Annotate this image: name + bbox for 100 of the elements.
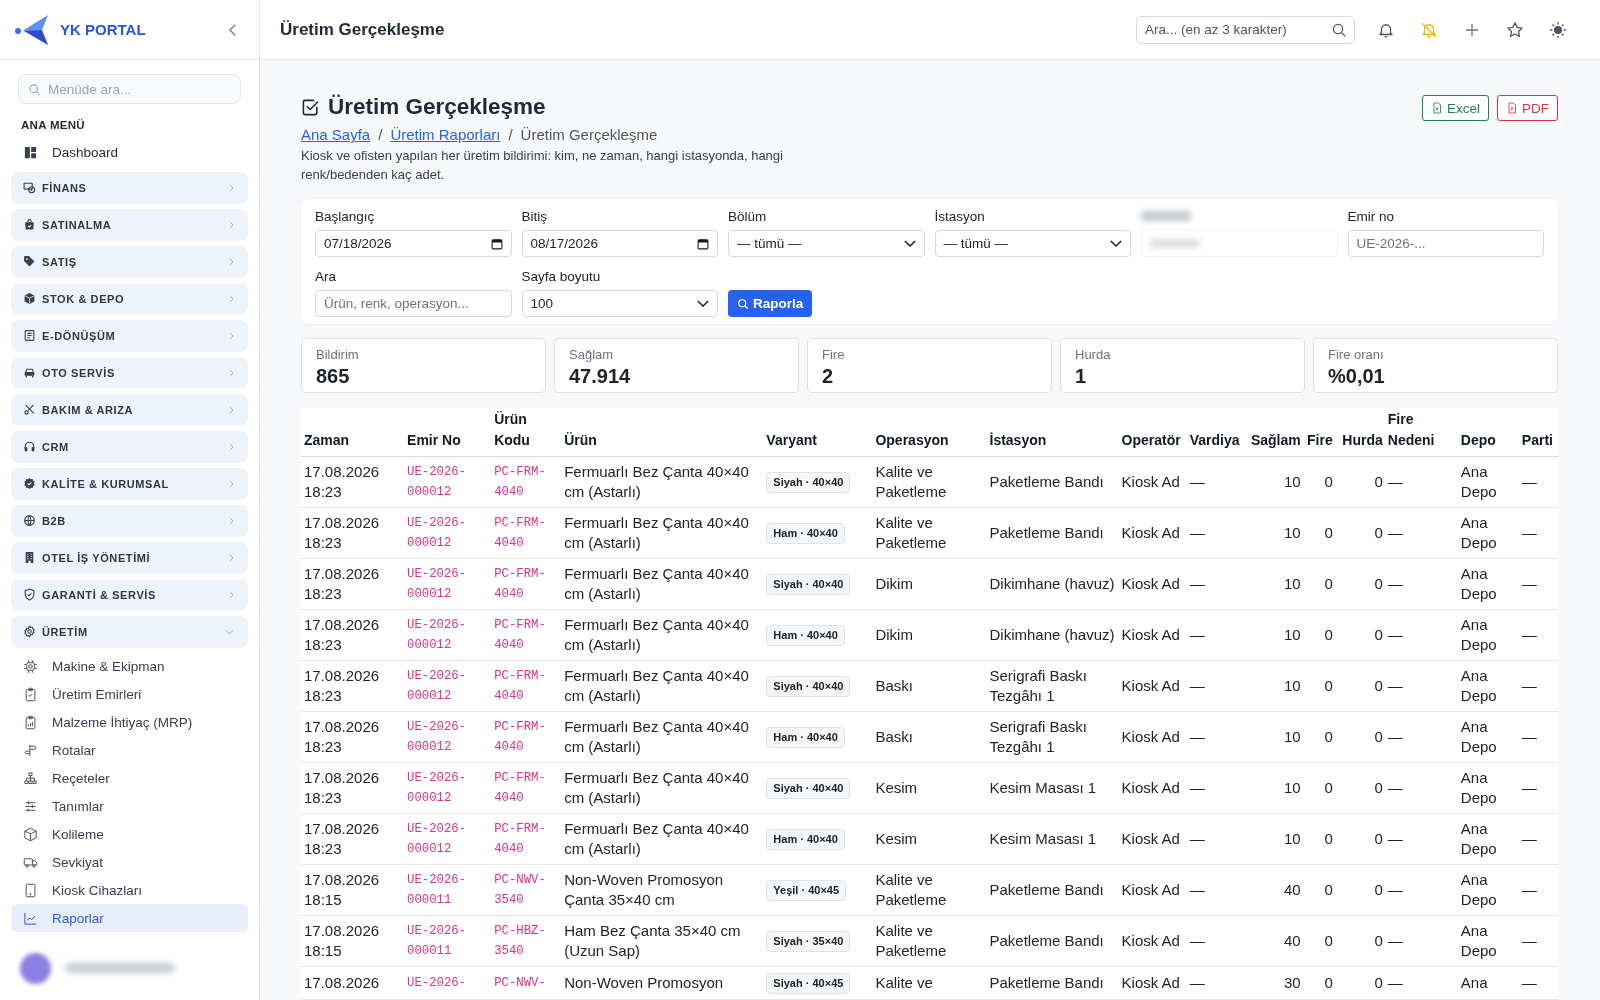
table-cell: 0 <box>1302 660 1335 712</box>
menu-group[interactable]: B2B <box>11 505 248 536</box>
column-header: Vardiya <box>1186 408 1246 457</box>
menu-search-field[interactable]: Menüde ara... <box>18 74 241 104</box>
table-cell: Fermuarlı Bez Çanta 40×40 cm (Astarlı) <box>561 762 764 814</box>
menu-group[interactable]: ÜRETİM <box>11 616 248 647</box>
search-field[interactable]: Ara... (en az 3 karakter) <box>1136 15 1355 44</box>
table-cell: 17.08.2026 18:23 <box>301 813 405 865</box>
table-cell: UE-2026-000012 <box>404 456 492 508</box>
select-field[interactable]: — tümü — <box>934 230 1131 257</box>
star-icon[interactable] <box>1506 20 1524 39</box>
table-cell: — <box>1186 711 1246 763</box>
chevron-left-icon[interactable] <box>228 22 237 37</box>
variant-tag: Siyah · 40×40 <box>766 472 851 493</box>
table-cell: Kiosk Ad <box>1118 609 1187 661</box>
menu-group[interactable]: OTEL İŞ YÖNETİMİ <box>11 542 248 573</box>
signpost-icon <box>23 742 38 758</box>
menu-group[interactable]: E-DÖNÜŞÜM <box>11 320 248 351</box>
page-description: Kiosk ve ofisten yapılan her üretim bildirimi: kim, ne zaman, hangi istasyonda, hangi renk/bedenden kaç adet. <box>301 147 784 184</box>
table-cell: — <box>1518 966 1558 1000</box>
submenu-item[interactable]: Malzeme İhtiyaç (MRP) <box>11 708 248 736</box>
table-cell: — <box>1186 864 1246 916</box>
variant-tag: Yeşil · 40×45 <box>766 880 847 901</box>
text-field[interactable]: Ürün, renk, operasyon... <box>315 290 512 317</box>
avatar[interactable] <box>20 952 51 984</box>
menu-group[interactable]: STOK & DEPO <box>11 283 248 314</box>
badge-check-icon <box>23 477 36 490</box>
pdf-button[interactable]: PDF <box>1497 95 1558 121</box>
variant-tag: Ham · 40×40 <box>766 829 845 850</box>
submenu-item[interactable]: Kolileme <box>11 820 248 848</box>
table-cell: Kiosk Ad <box>1118 456 1187 508</box>
text-field[interactable]: UE-2026-... <box>1347 230 1544 257</box>
table-cell: Baskı <box>872 711 987 763</box>
table-cell: — <box>1384 864 1458 916</box>
table-cell: 17.08.2026 18:23 <box>301 660 405 712</box>
stat-value: 865 <box>316 365 351 388</box>
submenu-item[interactable]: Reçeteler <box>11 764 248 792</box>
table-cell: Fermuarlı Bez Çanta 40×40 cm (Astarlı) <box>561 609 764 661</box>
table-cell: Fermuarlı Bez Çanta 40×40 cm (Astarlı) <box>561 711 764 763</box>
menu-group[interactable]: CRM <box>11 431 248 462</box>
table-cell: 0 <box>1302 966 1335 1000</box>
table-cell: — <box>1518 813 1558 865</box>
submenu-item[interactable]: Tanımlar <box>11 792 248 820</box>
table-cell: Ana Depo <box>1457 915 1519 967</box>
table-cell: PC-FRM-4040 <box>491 660 562 712</box>
table-cell: UE-2026-000012 <box>404 507 492 559</box>
sun-icon[interactable] <box>1549 20 1567 39</box>
table-cell: UE-2026-000012 <box>404 762 492 814</box>
submenu-item[interactable]: Üretim Emirleri <box>11 680 248 708</box>
excel-button[interactable]: Excel <box>1422 95 1489 121</box>
menu-group[interactable]: OTO SERVİS <box>11 357 248 388</box>
submenu-item[interactable]: Raporlar <box>11 904 248 932</box>
menu-item[interactable]: Dashboard <box>11 139 248 165</box>
table-cell: 0 <box>1302 864 1335 916</box>
pdf-file-icon <box>1506 102 1518 114</box>
menu-group[interactable]: GARANTİ & SERVİS <box>11 579 248 610</box>
table-cell: 10 <box>1245 660 1303 712</box>
submenu-item[interactable]: Sevkiyat <box>11 848 248 876</box>
field-label: Bitiş <box>521 208 548 225</box>
submenu-item[interactable]: Kiosk Cihazları <box>11 876 248 904</box>
redacted-field[interactable] <box>1141 230 1338 257</box>
table-cell: 10 <box>1245 456 1303 508</box>
table-cell: — <box>1518 762 1558 814</box>
select-field[interactable]: 100 <box>521 290 718 317</box>
box-icon <box>23 826 38 842</box>
table-cell: — <box>1518 456 1558 508</box>
stat-label: Fire <box>822 347 846 363</box>
table-cell: PC-FRM-4040 <box>491 609 562 661</box>
select-field[interactable]: — tümü — <box>728 230 925 257</box>
table-cell: Ana Depo <box>1457 507 1519 559</box>
menu-group[interactable]: BAKIM & ARIZA <box>11 394 248 425</box>
box-icon <box>23 292 36 305</box>
table-cell: 10 <box>1245 762 1303 814</box>
field-label: Emir no <box>1347 208 1395 225</box>
stat-label: Hurda <box>1075 347 1112 363</box>
date-field[interactable]: 08/17/2026 <box>521 230 718 257</box>
menu-group[interactable]: SATIŞ <box>11 246 248 277</box>
menu-group[interactable]: SATINALMA <box>11 209 248 240</box>
date-field[interactable]: 07/18/2026 <box>315 230 512 257</box>
car-icon <box>23 366 36 379</box>
column-header: Ürün Kodu <box>491 408 562 457</box>
breadcrumb-link[interactable]: Üretim Raporları <box>390 125 501 145</box>
table-cell: PC-FRM-4040 <box>491 813 562 865</box>
submenu-item[interactable]: Rotalar <box>11 736 248 764</box>
submenu-item[interactable]: Makine & Ekipman <box>11 652 248 680</box>
menu-group[interactable]: KALİTE & KURUMSAL <box>11 468 248 499</box>
page-title: Üretim Gerçekleşme <box>280 19 445 40</box>
table-cell: Ana Depo <box>1457 558 1519 610</box>
table-cell: 17.08.2026 18:15 <box>301 915 405 967</box>
breadcrumb-current: Üretim Gerçekleşme <box>520 125 658 145</box>
breadcrumb-link[interactable]: Ana Sayfa <box>301 125 371 145</box>
table-cell: 10 <box>1245 558 1303 610</box>
tablet-icon <box>23 882 38 898</box>
table-cell: Kiosk Ad <box>1118 762 1187 814</box>
report-button[interactable]: Raporla <box>728 290 813 317</box>
chevron-down-icon <box>1110 240 1122 247</box>
column-header: Operatör <box>1118 408 1187 457</box>
menu-group[interactable]: FİNANS <box>11 172 248 203</box>
table-cell: — <box>1384 813 1458 865</box>
table-cell: Fermuarlı Bez Çanta 40×40 cm (Astarlı) <box>561 456 764 508</box>
